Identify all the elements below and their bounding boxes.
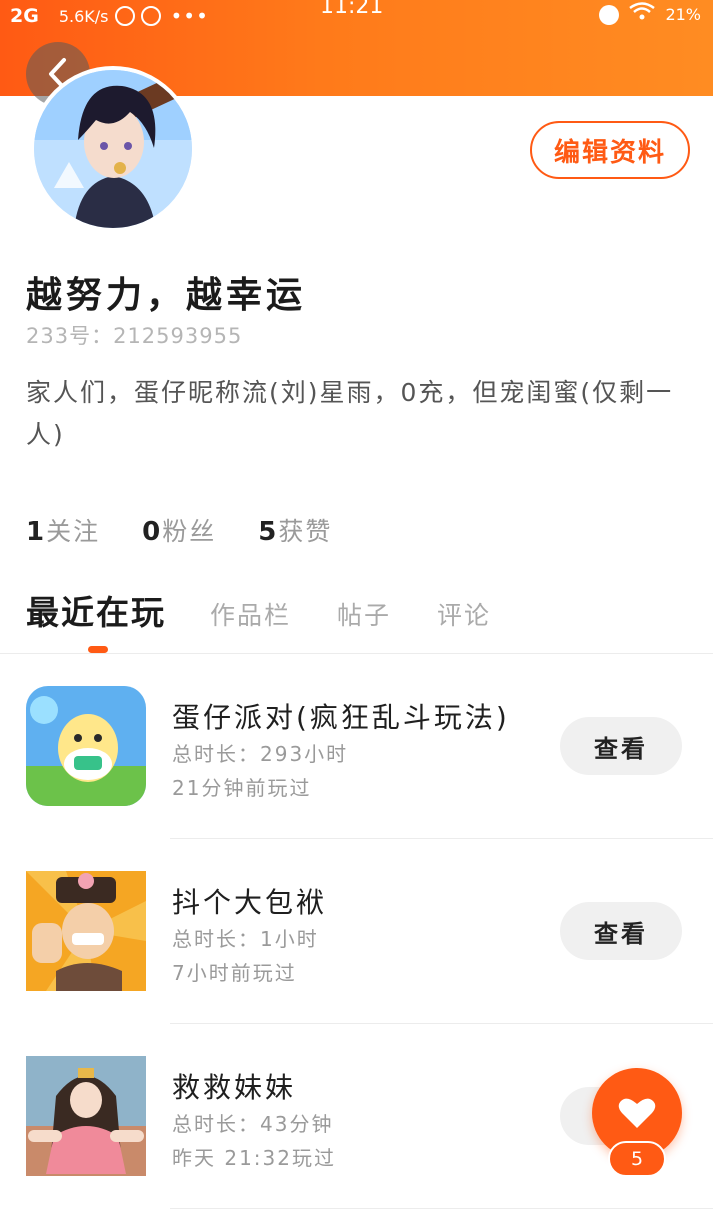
row-divider [170, 1023, 713, 1024]
game-duration: 总时长：1小时 [172, 927, 319, 951]
network-speed: 5.6K/s [58, 6, 109, 26]
stat-followers-count: 0 [142, 517, 161, 547]
game-duration: 总时长：43分钟 [172, 1112, 334, 1136]
doujia-icon [26, 871, 146, 991]
game-last-played: 7小时前玩过 [172, 961, 297, 985]
game-title: 抖个大包袱 [172, 886, 328, 919]
app-notification-icon [114, 6, 135, 26]
profile-tabs: 最近在玩 作品栏 帖子 评论 [26, 586, 537, 634]
like-count-badge: 5 [608, 1141, 666, 1177]
tab-comments[interactable]: 评论 [437, 596, 491, 632]
stat-following-label: 关注 [46, 517, 101, 546]
stat-followers[interactable]: 0 粉丝 [142, 512, 216, 548]
profile-stats: 1 关注 0 粉丝 5 获赞 [26, 512, 374, 548]
game-duration: 总时长：293小时 [172, 742, 349, 766]
status-time: 11:21 [320, 0, 384, 19]
alarm-icon [599, 4, 620, 25]
list-item[interactable]: 抖个大包袱 总时长：1小时 7小时前玩过 查看 [0, 840, 713, 1025]
status-bar: 2G 5.6K/s ••• 11:21 21% [0, 0, 713, 30]
wifi-icon [629, 2, 656, 27]
eggy-party-icon [26, 686, 146, 806]
network-indicator: 2G [10, 5, 39, 27]
row-divider [170, 1208, 713, 1209]
edit-profile-button[interactable]: 编辑资料 [530, 121, 690, 179]
view-game-button[interactable]: 查看 [560, 902, 682, 960]
stat-followers-label: 粉丝 [162, 517, 217, 546]
stat-likes-label: 获赞 [278, 517, 333, 546]
row-divider [170, 838, 713, 839]
heart-icon [618, 1098, 656, 1128]
tabs-divider [0, 653, 713, 654]
save-sister-icon [26, 1056, 146, 1176]
profile-bio: 家人们，蛋仔昵称流(刘)星雨，0充，但宠闺蜜(仅剩一人) [26, 378, 674, 449]
stat-likes-count: 5 [258, 517, 277, 547]
active-tab-indicator [88, 646, 108, 653]
stat-following[interactable]: 1 关注 [26, 512, 100, 548]
game-title: 蛋仔派对(疯狂乱斗玩法) [172, 701, 510, 734]
more-notifications-icon: ••• [170, 4, 209, 28]
tab-posts[interactable]: 帖子 [337, 596, 391, 632]
battery-level: 21% [665, 5, 701, 24]
tab-works[interactable]: 作品栏 [210, 596, 291, 632]
profile-id: 233号：212593955 [26, 324, 243, 348]
chat-notification-icon [140, 6, 161, 26]
stat-following-count: 1 [26, 517, 45, 547]
tab-recently-played[interactable]: 最近在玩 [26, 586, 166, 634]
list-item[interactable]: 蛋仔派对(疯狂乱斗玩法) 总时长：293小时 21分钟前玩过 查看 [0, 655, 713, 840]
game-last-played: 21分钟前玩过 [172, 776, 312, 800]
avatar[interactable] [30, 66, 196, 232]
game-last-played: 昨天 21:32玩过 [172, 1146, 336, 1170]
profile-nickname: 越努力，越幸运 [26, 275, 307, 316]
stat-likes[interactable]: 5 获赞 [258, 512, 332, 548]
view-game-button[interactable]: 查看 [560, 717, 682, 775]
game-title: 救救妹妹 [172, 1071, 297, 1104]
